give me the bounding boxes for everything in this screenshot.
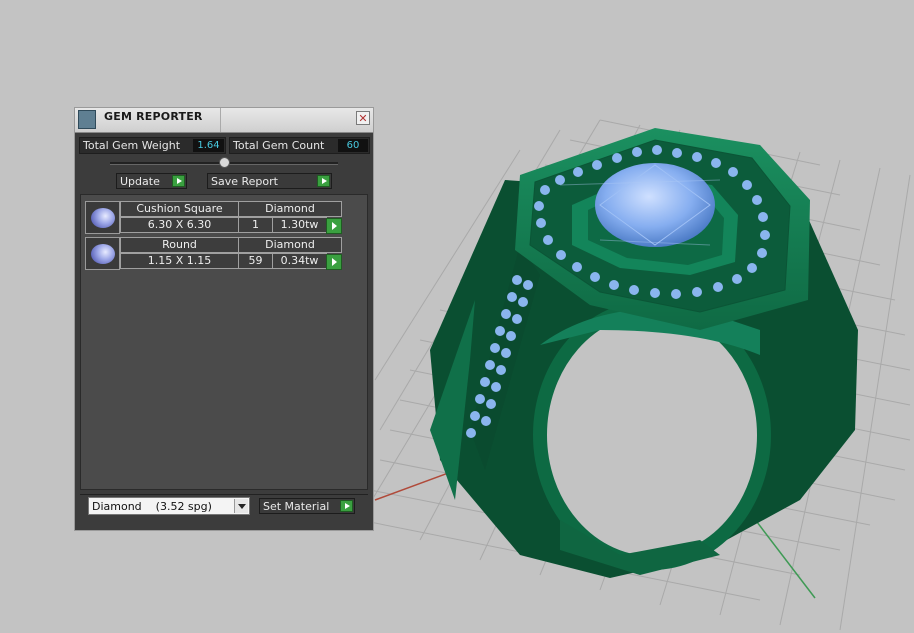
play-arrow-icon [172, 175, 185, 187]
gem-weight: 1.30tw [272, 217, 327, 233]
gem-weight: 0.34tw [272, 253, 327, 269]
update-button-label: Update [120, 175, 160, 188]
chevron-down-icon[interactable] [234, 499, 248, 513]
save-report-button[interactable]: Save Report [207, 173, 332, 189]
ring-model [430, 128, 858, 578]
gem-size: 6.30 X 6.30 [120, 217, 239, 233]
panel-title: GEM REPORTER [104, 110, 203, 123]
bottom-divider [80, 494, 368, 495]
play-arrow-icon [340, 500, 353, 512]
panel-titlebar[interactable]: GEM REPORTER ✕ [75, 108, 373, 133]
total-gem-count-value: 60 [338, 139, 368, 152]
set-material-button-label: Set Material [263, 500, 330, 513]
material-select[interactable]: Diamond (3.52 spg) [88, 497, 250, 515]
gem-list: Cushion Square Diamond 6.30 X 6.30 1 1.3… [80, 194, 368, 490]
total-gem-count-label: Total Gem Count [233, 139, 325, 152]
save-report-button-label: Save Report [211, 175, 278, 188]
gem-shape: Cushion Square [120, 201, 239, 217]
play-arrow-icon [317, 175, 330, 187]
total-gem-weight-value: 1.64 [193, 139, 224, 152]
gem-count: 1 [238, 217, 273, 233]
total-gem-weight-box: Total Gem Weight 1.64 [79, 137, 226, 154]
gem-row[interactable]: Round Diamond 1.15 X 1.15 59 0.34tw [85, 237, 343, 270]
gem-size: 1.15 X 1.15 [120, 253, 239, 269]
round-gem-icon [85, 237, 120, 270]
gem-reporter-app-icon [78, 110, 96, 129]
gem-row[interactable]: Cushion Square Diamond 6.30 X 6.30 1 1.3… [85, 201, 343, 234]
gem-row-select-arrow-icon[interactable] [326, 254, 342, 270]
total-gem-weight-label: Total Gem Weight [83, 139, 181, 152]
gem-count: 59 [238, 253, 273, 269]
close-icon[interactable]: ✕ [356, 111, 370, 125]
set-material-button[interactable]: Set Material [259, 498, 355, 514]
update-button[interactable]: Update [116, 173, 187, 189]
material-select-value: Diamond (3.52 spg) [92, 500, 212, 513]
gem-row-select-arrow-icon[interactable] [326, 218, 342, 234]
gem-reporter-panel: GEM REPORTER ✕ Total Gem Weight 1.64 Tot… [74, 107, 374, 531]
gem-material: Diamond [238, 237, 342, 253]
gem-shape: Round [120, 237, 239, 253]
total-gem-count-box: Total Gem Count 60 [229, 137, 370, 154]
title-tab-divider [220, 108, 221, 132]
splitter-handle[interactable] [219, 157, 230, 168]
gem-material: Diamond [238, 201, 342, 217]
cushion-gem-icon [85, 201, 120, 234]
